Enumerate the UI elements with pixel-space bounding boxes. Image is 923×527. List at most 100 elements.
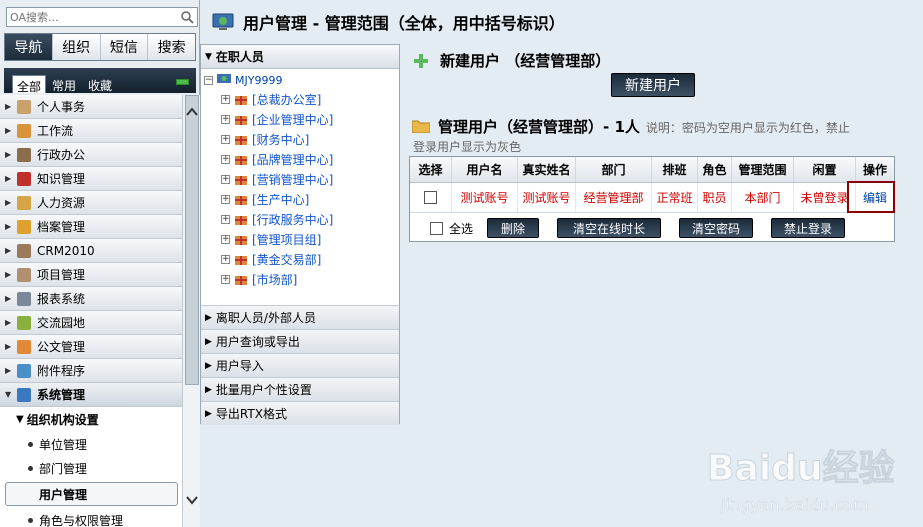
plus-icon[interactable]: + <box>221 214 230 224</box>
tree-root[interactable]: − MJY9999 <box>204 70 282 90</box>
minus-icon[interactable]: − <box>204 75 213 85</box>
subtab-common[interactable]: 常用 <box>48 75 80 93</box>
plus-icon[interactable]: + <box>221 234 230 244</box>
arrow-right-icon: ▶ <box>5 318 12 327</box>
manage-users-title: 管理用户（经营管理部）- 1人 <box>438 118 640 136</box>
cell-shift: 正常班 <box>652 183 698 212</box>
page-header: 用户管理 - 管理范围（全体，用中括号标识） <box>212 10 565 34</box>
chat-icon <box>17 315 31 330</box>
plus-icon[interactable]: + <box>221 174 230 184</box>
user-table: 选择 用户名 真实姓名 部门 排班 角色 管理范围 闲置 操作 测试账号 测试账… <box>409 156 895 242</box>
menu-item-forum[interactable]: ▶ 交流园地 <box>0 311 182 335</box>
tree-dept-node[interactable]: + [企业管理中心] <box>221 109 333 129</box>
globe-monitor-icon <box>217 74 231 83</box>
panel-export-rtx[interactable]: ▶ 导出RTX格式 <box>201 401 399 425</box>
panel-inactive-staff[interactable]: ▶ 离职人员/外部人员 <box>201 305 399 329</box>
tab-organization[interactable]: 组织 <box>52 34 101 60</box>
folder-icon <box>17 195 31 210</box>
row-select-cell <box>410 183 452 212</box>
folder-icon <box>412 120 430 133</box>
col-realname: 真实姓名 <box>518 157 576 182</box>
submenu-org-settings[interactable]: ▼ 组织机构设置 <box>0 407 182 431</box>
panel-user-import[interactable]: ▶ 用户导入 <box>201 353 399 377</box>
subtab-all[interactable]: 全部 <box>12 75 47 94</box>
person-icon <box>17 99 31 114</box>
menu-item-reports[interactable]: ▶ 报表系统 <box>0 287 182 311</box>
cell-username: 测试账号 <box>452 183 518 212</box>
delete-button[interactable]: 删除 <box>487 218 540 238</box>
oa-search-input[interactable] <box>7 8 175 26</box>
gift-icon <box>235 216 247 225</box>
arrow-right-icon: ▶ <box>5 126 12 135</box>
scrollbar-thumb[interactable] <box>185 95 199 385</box>
menu-item-hr[interactable]: ▶ 人力资源 <box>0 191 182 215</box>
sidebar-scrollbar[interactable] <box>182 95 200 527</box>
bullet-icon <box>28 465 33 471</box>
baidu-watermark: Baidu经验 jingyan.baidu.com <box>705 440 915 520</box>
plus-icon[interactable]: + <box>221 154 230 164</box>
subtab-favorites[interactable]: 收藏 <box>84 75 116 93</box>
menu-item-personal[interactable]: ▶ 个人事务 <box>0 95 182 119</box>
people-icon <box>17 243 31 258</box>
tree-dept-node[interactable]: + [总裁办公室] <box>221 89 321 109</box>
menu-item-crm[interactable]: ▶ CRM2010 <box>0 239 182 263</box>
menu-item-documents[interactable]: ▶ 公文管理 <box>0 335 182 359</box>
search-icon[interactable] <box>180 10 194 24</box>
plus-icon[interactable]: + <box>221 94 230 104</box>
submenu-unit-management[interactable]: 单位管理 <box>0 432 182 456</box>
report-icon <box>17 291 31 306</box>
office-icon <box>17 147 31 162</box>
plus-icon[interactable]: + <box>221 274 230 284</box>
menu-item-admin-office[interactable]: ▶ 行政办公 <box>0 143 182 167</box>
menu-item-attachments[interactable]: ▶ 附件程序 <box>0 359 182 383</box>
menu-item-archives[interactable]: ▶ 档案管理 <box>0 215 182 239</box>
col-username: 用户名 <box>452 157 518 182</box>
collapse-icon[interactable] <box>176 79 189 85</box>
tree-dept-node[interactable]: + [营销管理中心] <box>221 169 333 189</box>
tree-header-active-staff[interactable]: ▼ 在职人员 <box>201 45 399 69</box>
col-shift: 排班 <box>652 157 698 182</box>
clear-password-button[interactable]: 清空密码 <box>679 218 754 238</box>
tab-search[interactable]: 搜索 <box>148 34 195 60</box>
select-all-checkbox[interactable] <box>430 221 443 235</box>
arrow-right-icon: ▶ <box>5 222 12 231</box>
menu-item-knowledge[interactable]: ▶ 知识管理 <box>0 167 182 191</box>
menu-item-system[interactable]: ▼ 系统管理 <box>0 383 182 407</box>
arrow-right-icon: ▶ <box>5 150 12 159</box>
tab-navigation[interactable]: 导航 <box>5 34 53 60</box>
col-role: 角色 <box>698 157 732 182</box>
tree-dept-node[interactable]: + [生产中心] <box>221 189 309 209</box>
disable-login-button[interactable]: 禁止登录 <box>771 218 846 238</box>
scroll-up-icon[interactable] <box>185 105 199 119</box>
plus-icon[interactable]: + <box>221 194 230 204</box>
cell-scope: 本部门 <box>732 183 794 212</box>
row-checkbox[interactable] <box>424 191 437 204</box>
tree-dept-node[interactable]: + [黄金交易部] <box>221 249 321 269</box>
tree-dept-node[interactable]: + [品牌管理中心] <box>221 149 333 169</box>
globe-monitor-icon <box>212 13 234 30</box>
bullet-icon <box>28 441 33 447</box>
oa-search-box[interactable] <box>6 7 198 27</box>
col-dept: 部门 <box>576 157 652 182</box>
submenu-user-management[interactable]: 用户管理 <box>5 482 178 506</box>
arrow-right-icon: ▶ <box>205 360 212 371</box>
menu-item-project[interactable]: ▶ 项目管理 <box>0 263 182 287</box>
clear-online-time-button[interactable]: 清空在线时长 <box>557 218 662 238</box>
plus-icon[interactable]: + <box>221 134 230 144</box>
scroll-down-icon[interactable] <box>185 493 199 507</box>
tree-dept-node[interactable]: + [管理项目组] <box>221 229 321 249</box>
panel-batch-settings[interactable]: ▶ 批量用户个性设置 <box>201 377 399 401</box>
plus-icon[interactable]: + <box>221 114 230 124</box>
col-scope: 管理范围 <box>732 157 794 182</box>
tree-dept-node[interactable]: + [财务中心] <box>221 129 309 149</box>
new-user-button[interactable]: 新建用户 <box>611 73 695 97</box>
tree-dept-node[interactable]: + [行政服务中心] <box>221 209 333 229</box>
arrow-right-icon: ▶ <box>205 408 212 419</box>
menu-item-workflow[interactable]: ▶ 工作流 <box>0 119 182 143</box>
submenu-role-permissions[interactable]: 角色与权限管理 <box>0 508 182 527</box>
plus-icon[interactable]: + <box>221 254 230 264</box>
tree-dept-node[interactable]: + [市场部] <box>221 269 297 289</box>
panel-user-query-export[interactable]: ▶ 用户查询或导出 <box>201 329 399 353</box>
submenu-dept-management[interactable]: 部门管理 <box>0 456 182 480</box>
tab-sms[interactable]: 短信 <box>100 34 149 60</box>
